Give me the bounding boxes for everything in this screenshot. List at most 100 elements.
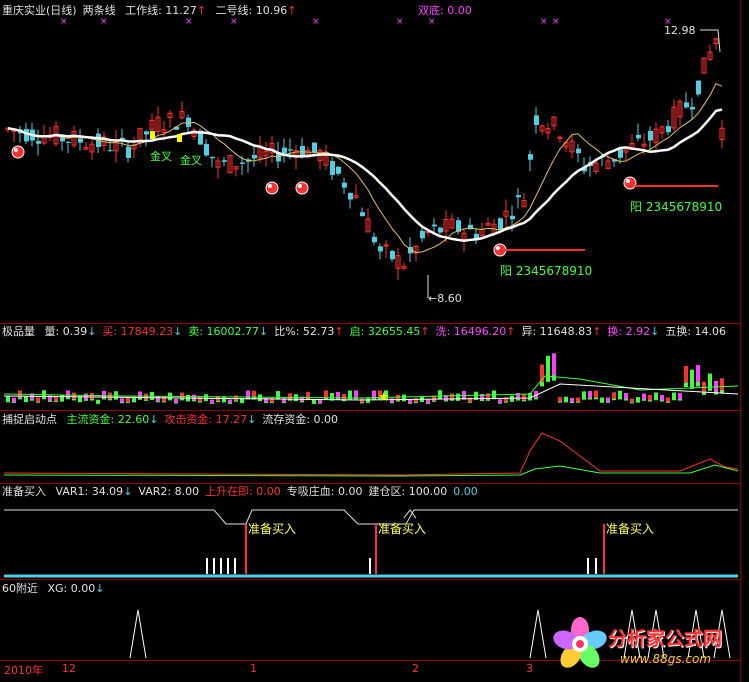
buy-signal-1: 准备买入 (248, 522, 297, 536)
candle-body (420, 230, 425, 239)
low-label: ←8.60 (428, 292, 462, 305)
site-logo[interactable]: 分析家公式网 www.88gs.com (550, 612, 740, 676)
candle-body (312, 142, 317, 153)
candle-body (576, 148, 581, 154)
volume-bar-top (522, 394, 526, 401)
candle-body (66, 141, 71, 143)
volume-bar-top (192, 394, 196, 401)
volume-bar-top (600, 397, 604, 402)
volume-bar-top (24, 396, 28, 401)
volume-bar-top (678, 393, 682, 400)
signal-ball-shine (298, 184, 302, 188)
xg-spike (529, 609, 547, 659)
logo-text: 分析家公式网 (608, 628, 723, 650)
volume-bar-top (696, 364, 700, 383)
volume-bar-top (462, 391, 466, 398)
star-icon: ★ (378, 390, 390, 405)
candle-body (120, 137, 125, 140)
candle-body (432, 224, 437, 227)
candle-body (336, 166, 341, 174)
marker-x: × (100, 17, 108, 27)
candle-body (108, 150, 113, 152)
volume-bar-top (12, 397, 16, 402)
volume-bar-top (324, 390, 328, 398)
candle-body (696, 80, 701, 95)
volume-bar-top (642, 393, 646, 400)
volume-bar-top (558, 397, 562, 402)
candle-body (282, 147, 287, 154)
volume-bar-top (72, 392, 76, 399)
volume-bar-top (546, 355, 550, 377)
volume-chart[interactable]: ★ (0, 324, 740, 410)
candle-body (222, 160, 227, 162)
signal-ball (265, 181, 279, 195)
candle-body (78, 138, 83, 143)
volume-bar-top (408, 399, 412, 403)
candle-body (390, 250, 395, 260)
candle-body (690, 106, 695, 110)
prep-buy-panel[interactable]: 准备买入 VAR1: 34.09↓ VAR2: 8.00 上升在即: 0.00 专吸庄… (0, 484, 740, 579)
volume-bar-top (36, 397, 40, 402)
volume-bar-top (672, 392, 676, 399)
volume-bar-top (288, 393, 292, 400)
candle-body (24, 128, 29, 142)
candle-body (666, 126, 671, 133)
volume-bar-top (666, 397, 670, 402)
volume-bar-top (372, 390, 376, 398)
buy-signal-2: 准备买入 (378, 522, 427, 536)
volume-bar-top (426, 399, 430, 404)
volume-panel[interactable]: 极品量 量: 0.39↓ 买: 17849.23↓ 卖: 16002.77↓ 比%: … (0, 324, 740, 410)
candle-body (378, 246, 383, 252)
volume-bar-top (720, 378, 724, 391)
candle-body (204, 143, 209, 156)
capital-flow-chart[interactable] (0, 411, 740, 483)
cross-mark (150, 131, 155, 139)
volume-bar-top (360, 398, 364, 403)
volume-bar-top (588, 391, 592, 398)
candlestick-chart[interactable]: × × × × × × × × × × (0, 0, 740, 323)
candle-body (330, 161, 335, 175)
candle-body (510, 215, 515, 220)
volume-bar-top (624, 393, 628, 400)
yang-label-1: 阳 2345678910 (500, 264, 593, 278)
capture-panel[interactable]: 捕捉启动点 主流资金: 22.60↓ 攻击资金: 17.27↓ 流存资金: 0.00 (0, 411, 740, 483)
date-dec: 12 (62, 662, 76, 675)
candle-body (36, 141, 41, 144)
xg-spike (129, 609, 147, 659)
volume-bar-top (582, 391, 586, 399)
volume-bar-top (684, 365, 688, 383)
candle-body (252, 155, 257, 159)
volume-bar-top (552, 353, 556, 376)
date-feb: 2 (412, 662, 419, 675)
buy-signal-3: 准备买入 (606, 522, 655, 536)
volume-bar-top (708, 373, 712, 388)
signal-ball-shine (14, 148, 18, 152)
candle-body (684, 102, 689, 108)
volume-bar-top (594, 390, 598, 398)
volume-bar-top (660, 395, 664, 401)
candle-body (636, 134, 641, 139)
golden-cross-label-2: 金叉 (180, 154, 202, 167)
marker-x: × (312, 17, 320, 27)
volume-bar-top (648, 395, 652, 401)
volume-bar-top (348, 390, 352, 398)
volume-bar-top (636, 397, 640, 402)
volume-bar-top (246, 390, 250, 398)
candle-body (360, 212, 365, 217)
volume-bar-top (630, 398, 634, 403)
price-panel[interactable]: 重庆实业(日线) 两条线 工作线: 11.27↑ 二号线: 10.96↑ 双底: … (0, 0, 740, 323)
marker-x: × (396, 17, 404, 27)
marker-x: × (552, 17, 560, 27)
marker-x: × (230, 17, 238, 27)
logo-url: www.88gs.com (620, 652, 712, 666)
volume-bar-top (126, 397, 130, 402)
golden-cross-label-1: 金叉 (150, 150, 172, 163)
right-border (740, 0, 741, 682)
marker-x: × (60, 17, 68, 27)
volume-bar-top (354, 390, 358, 398)
candle-body (126, 146, 131, 158)
volume-bar-top (210, 399, 214, 404)
volume-bar-top (222, 396, 226, 402)
signal-ball (11, 145, 25, 159)
volume-bar-top (6, 396, 10, 402)
